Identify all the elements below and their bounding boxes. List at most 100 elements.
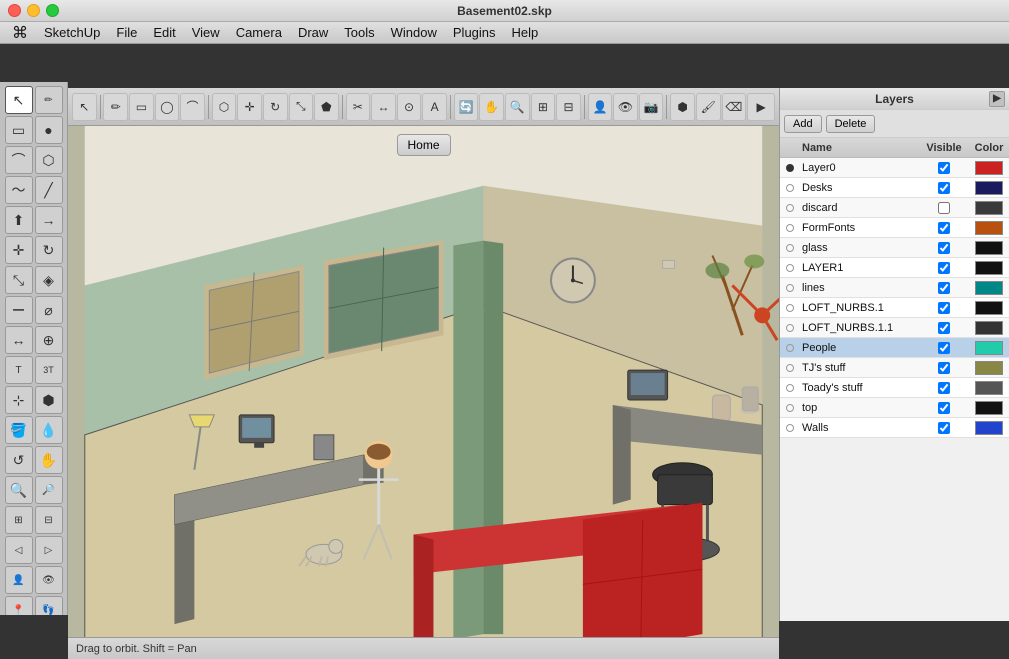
menu-help[interactable]: Help	[504, 23, 547, 42]
close-button[interactable]	[8, 4, 21, 17]
move-tool[interactable]: ✛	[5, 236, 33, 264]
orbit-btn[interactable]: 🔄	[454, 93, 479, 121]
menu-edit[interactable]: Edit	[145, 23, 183, 42]
layer-color-swatch[interactable]	[969, 421, 1009, 435]
tape-tool[interactable]: ━━	[5, 296, 33, 324]
menu-window[interactable]: Window	[383, 23, 445, 42]
select-tool[interactable]: ↖	[5, 86, 33, 114]
pan-tool[interactable]: ✋	[35, 446, 63, 474]
sample-tool[interactable]: 💧	[35, 416, 63, 444]
tape-btn[interactable]: ✂	[346, 93, 371, 121]
layer-visibility-checkbox[interactable]	[919, 362, 969, 374]
layer-color-swatch[interactable]	[969, 401, 1009, 415]
section-tool[interactable]: ⊕	[35, 326, 63, 354]
arc-tool[interactable]: ⌒	[5, 146, 33, 174]
zoom-window-tool[interactable]: ⊞	[5, 506, 33, 534]
orbit-tool[interactable]: ↺	[5, 446, 33, 474]
position-camera-btn[interactable]: 📷	[639, 93, 664, 121]
menu-tools[interactable]: Tools	[336, 23, 382, 42]
select-tool-btn[interactable]: ↖	[72, 93, 97, 121]
zoom-extents-btn[interactable]: ⊟	[556, 93, 581, 121]
menu-sketchup[interactable]: SketchUp	[36, 23, 108, 42]
circle-tool[interactable]: ●	[35, 116, 63, 144]
rotate-tool[interactable]: ↻	[35, 236, 63, 264]
move-btn[interactable]: ✛	[237, 93, 262, 121]
layer-color-swatch[interactable]	[969, 281, 1009, 295]
layer-row[interactable]: Layer0	[780, 158, 1009, 178]
eraser-tool[interactable]: ✏	[35, 86, 63, 114]
offset-tool[interactable]: ◈	[35, 266, 63, 294]
dimension-btn[interactable]: ↔	[371, 93, 396, 121]
offset-btn[interactable]: ⬟	[314, 93, 339, 121]
zoom-in-tool[interactable]: 🔍	[5, 476, 33, 504]
menu-camera[interactable]: Camera	[228, 23, 290, 42]
add-layer-button[interactable]: Add	[784, 115, 822, 133]
zoom-btn[interactable]: 🔍	[505, 93, 530, 121]
layer-visibility-checkbox[interactable]	[919, 342, 969, 354]
layer-visibility-checkbox[interactable]	[919, 382, 969, 394]
layer-row[interactable]: LOFT_NURBS.1.1	[780, 318, 1009, 338]
layer-visibility-checkbox[interactable]	[919, 202, 969, 214]
layer-row[interactable]: Walls	[780, 418, 1009, 438]
viewport[interactable]: Home	[68, 126, 779, 659]
delete-layer-button[interactable]: Delete	[826, 115, 876, 133]
layer-visibility-checkbox[interactable]	[919, 182, 969, 194]
layer-row[interactable]: LAYER1	[780, 258, 1009, 278]
zoom-extents-tool[interactable]: ⊟	[35, 506, 63, 534]
polygon-tool[interactable]: ⬡	[35, 146, 63, 174]
layer-visibility-checkbox[interactable]	[919, 162, 969, 174]
walk-tool[interactable]: 👤	[5, 566, 33, 594]
look-btn[interactable]: 👁	[613, 93, 638, 121]
layer-color-swatch[interactable]	[969, 381, 1009, 395]
menu-view[interactable]: View	[184, 23, 228, 42]
layer-color-swatch[interactable]	[969, 241, 1009, 255]
line-tool[interactable]: ╱	[35, 176, 63, 204]
text-btn[interactable]: A	[422, 93, 447, 121]
minimize-button[interactable]	[27, 4, 40, 17]
layer-color-swatch[interactable]	[969, 221, 1009, 235]
arc-tool-btn[interactable]: ⌒	[180, 93, 205, 121]
position-cam-tool[interactable]: 📍	[5, 596, 33, 615]
walk-btn[interactable]: 👤	[588, 93, 613, 121]
scale-tool[interactable]: ⤡	[5, 266, 33, 294]
pan-btn[interactable]: ✋	[479, 93, 504, 121]
layer-row[interactable]: discard	[780, 198, 1009, 218]
layer-visibility-checkbox[interactable]	[919, 402, 969, 414]
menu-draw[interactable]: Draw	[290, 23, 336, 42]
layer-color-swatch[interactable]	[969, 181, 1009, 195]
layer-color-swatch[interactable]	[969, 201, 1009, 215]
rotate-btn[interactable]: ↻	[263, 93, 288, 121]
layer-visibility-checkbox[interactable]	[919, 322, 969, 334]
look-around-tool[interactable]: 👁	[35, 566, 63, 594]
layer-color-swatch[interactable]	[969, 301, 1009, 315]
layer-color-swatch[interactable]	[969, 261, 1009, 275]
paint-btn[interactable]: 🖌	[696, 93, 721, 121]
zoom-out-tool[interactable]: 🔎	[35, 476, 63, 504]
layer-row[interactable]: glass	[780, 238, 1009, 258]
layer-row[interactable]: Desks	[780, 178, 1009, 198]
freehand-tool[interactable]: 〜	[5, 176, 33, 204]
angle-tool[interactable]: ⌀	[35, 296, 63, 324]
eraser-btn[interactable]: ⌫	[722, 93, 747, 121]
layer-row[interactable]: LOFT_NURBS.1	[780, 298, 1009, 318]
menu-plugins[interactable]: Plugins	[445, 23, 504, 42]
rect-tool[interactable]: ▭	[5, 116, 33, 144]
dimension-tool[interactable]: ↔	[5, 326, 33, 354]
maximize-button[interactable]	[46, 4, 59, 17]
layer-visibility-checkbox[interactable]	[919, 242, 969, 254]
next-view-tool[interactable]: ▷	[35, 536, 63, 564]
foot-tool[interactable]: 👣	[35, 596, 63, 615]
circle-tool-btn[interactable]: ◯	[155, 93, 180, 121]
layer-row[interactable]: TJ's stuff	[780, 358, 1009, 378]
layer-row[interactable]: FormFonts	[780, 218, 1009, 238]
layer-row[interactable]: lines	[780, 278, 1009, 298]
layer-color-swatch[interactable]	[969, 341, 1009, 355]
home-button[interactable]: Home	[396, 134, 450, 156]
protractor-btn[interactable]: ⊙	[397, 93, 422, 121]
paint-tool[interactable]: 🪣	[5, 416, 33, 444]
rect-tool-btn[interactable]: ▭	[129, 93, 154, 121]
3dtext-tool[interactable]: 3T	[35, 356, 63, 384]
layers-expand-button[interactable]: ▶	[989, 91, 1005, 107]
layer-visibility-checkbox[interactable]	[919, 302, 969, 314]
more-tools-btn[interactable]: ▶	[747, 93, 775, 121]
